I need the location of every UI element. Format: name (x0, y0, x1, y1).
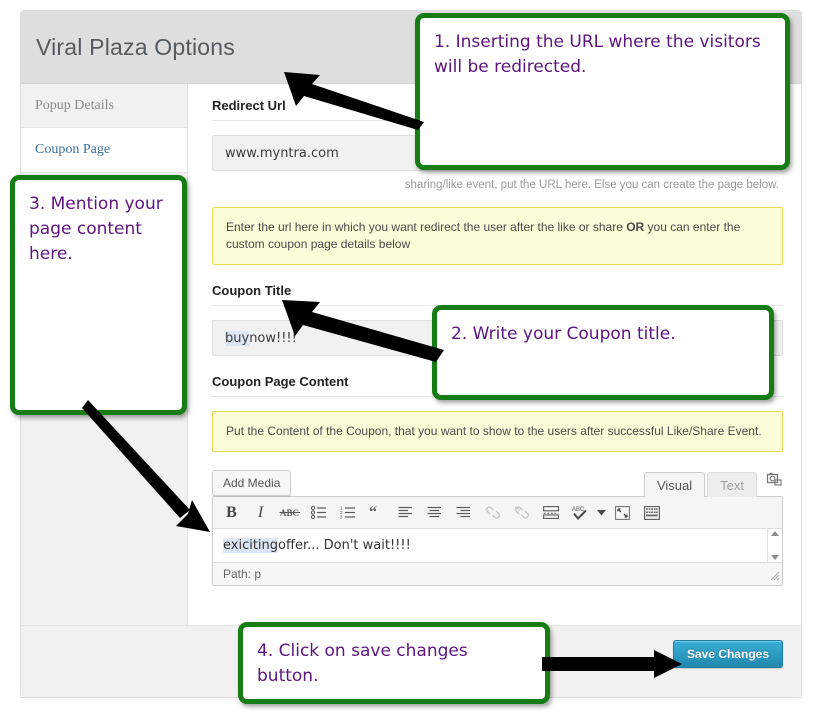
align-right-icon[interactable] (449, 500, 478, 526)
annotation-arrow-3 (82, 400, 210, 532)
annotation-callout-4: 4. Click on save changes button. (238, 622, 550, 704)
annotation-arrow-2 (282, 300, 444, 362)
scroll-up-icon[interactable] (771, 531, 779, 536)
coupon-title-value-highlighted: buy (225, 330, 250, 346)
spellcheck-dropdown-icon[interactable] (594, 500, 608, 526)
editor-scrollbar[interactable] (767, 529, 782, 562)
redirect-url-helper-text: sharing/like event, put the URL here. El… (404, 179, 779, 191)
annotation-arrow-4 (542, 650, 682, 678)
unlink-icon[interactable] (507, 500, 536, 526)
screenshot-camera-icon (766, 472, 783, 492)
spellcheck-icon[interactable]: ABC (565, 500, 594, 526)
editor-path-label: Path: p (223, 567, 262, 581)
svg-text:3: 3 (340, 515, 343, 519)
save-changes-button[interactable]: Save Changes (672, 640, 783, 668)
coupon-content-notice: Put the Content of the Coupon, that you … (212, 411, 783, 452)
editor-mode-tabs: Visual Text (642, 471, 783, 497)
redirect-url-notice: Enter the url here in which you want red… (212, 207, 783, 265)
editor-top-row: Add Media Visual Text (212, 470, 783, 497)
svg-text:“: “ (369, 506, 377, 519)
notice-text-bold: OR (626, 220, 645, 234)
scroll-down-icon[interactable] (771, 555, 779, 560)
page-title: Viral Plaza Options (36, 33, 235, 60)
numbered-list-icon[interactable]: 1 2 3 (333, 500, 362, 526)
strikethrough-icon[interactable]: ABC (275, 500, 304, 526)
editor-resize-handle[interactable] (769, 570, 780, 584)
tab-visual[interactable]: Visual (643, 472, 706, 497)
add-media-button[interactable]: Add Media (212, 470, 292, 496)
align-left-icon[interactable] (391, 500, 420, 526)
bold-icon[interactable]: B (217, 500, 246, 526)
editor-misspelled-word: exiciting (223, 538, 279, 553)
sidebar-item-label: Popup Details (35, 97, 114, 113)
annotation-callout-3: 3. Mention your page content here. (10, 175, 187, 415)
sidebar-item-label: Coupon Page (35, 142, 111, 157)
editor-path-bar: Path: p (213, 562, 782, 585)
editor-content-area[interactable]: exiciting offer... Don't wait!!!! (213, 529, 782, 562)
link-icon[interactable] (478, 500, 507, 526)
fullscreen-icon[interactable] (608, 500, 637, 526)
annotation-arrow-1 (284, 72, 424, 130)
redirect-url-value: www.myntra.com (225, 145, 339, 161)
sidebar-item-popup-details[interactable]: Popup Details (21, 84, 187, 128)
sidebar-item-coupon-page[interactable]: Coupon Page (21, 128, 187, 172)
align-center-icon[interactable] (420, 500, 449, 526)
italic-icon[interactable]: I (246, 500, 275, 526)
annotation-callout-2: 2. Write your Coupon title. (432, 305, 774, 400)
rich-text-editor: B I ABC 1 2 3 “ ABC exiciting offer... D… (212, 496, 783, 586)
insert-more-tag-icon[interactable] (536, 500, 565, 526)
bullet-list-icon[interactable] (304, 500, 333, 526)
editor-toolbar: B I ABC 1 2 3 “ ABC (213, 497, 782, 529)
kitchen-sink-icon[interactable] (637, 500, 666, 526)
blockquote-icon[interactable]: “ (362, 500, 391, 526)
editor-body-text: offer... Don't wait!!!! (278, 538, 411, 553)
tab-text[interactable]: Text (707, 472, 757, 497)
annotation-callout-1: 1. Inserting the URL where the visitors … (415, 13, 790, 170)
notice-text-before: Enter the url here in which you want red… (226, 220, 627, 234)
